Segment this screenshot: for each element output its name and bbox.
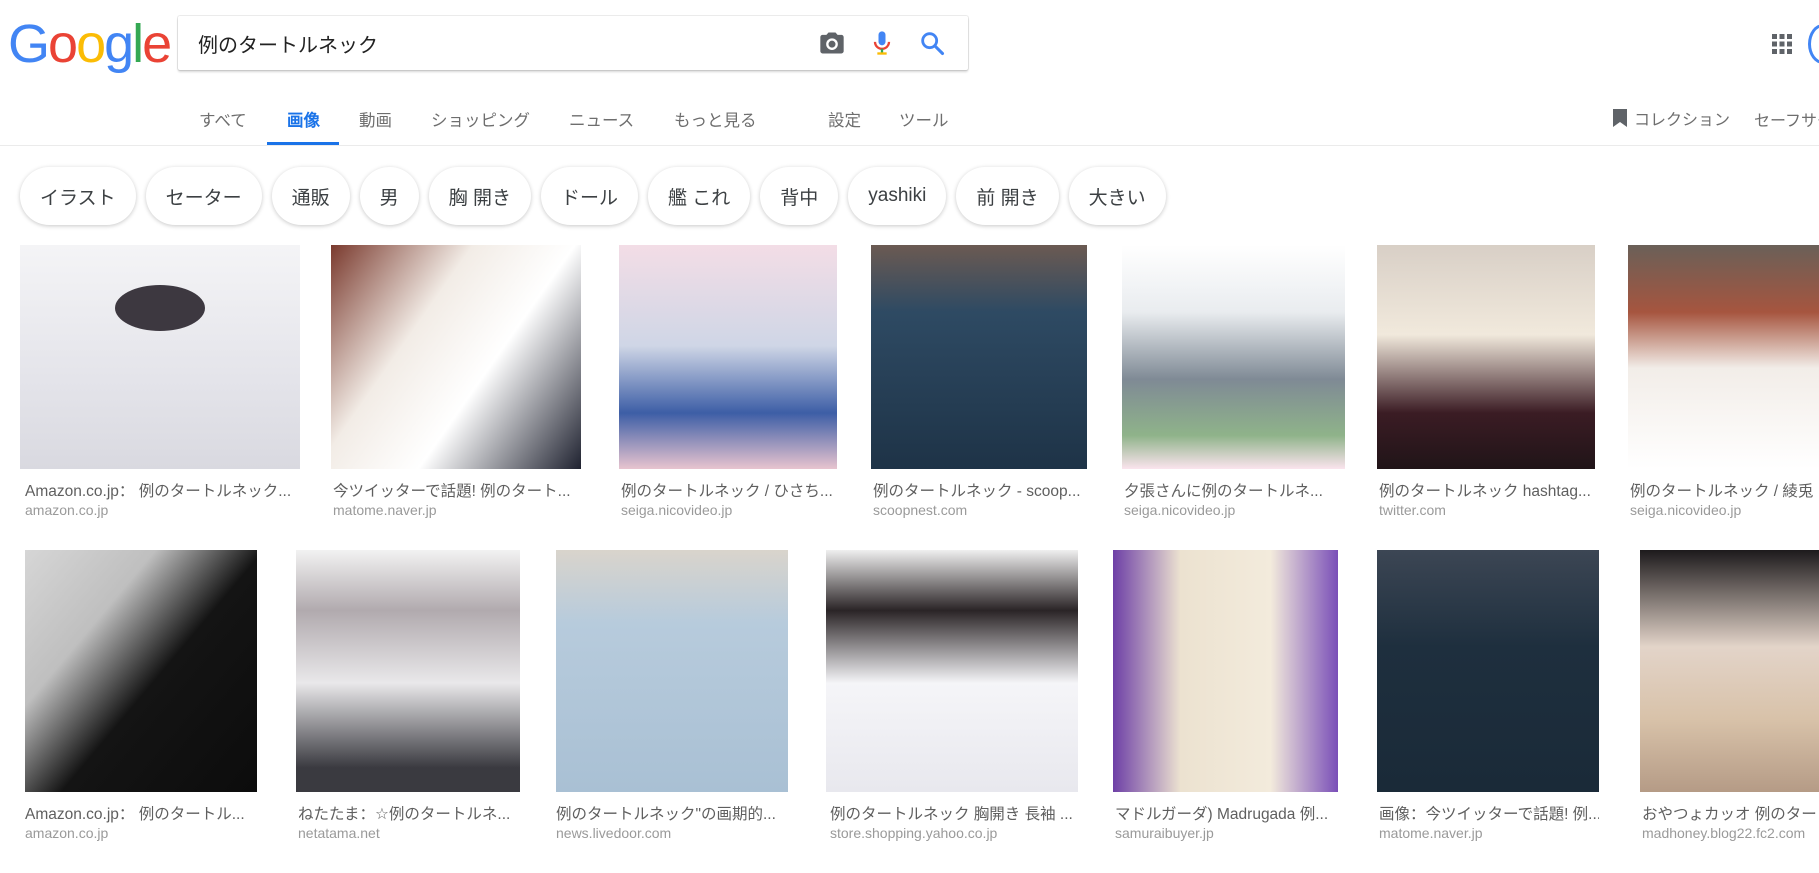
chip[interactable]: セーター: [145, 167, 262, 225]
image-thumbnail[interactable]: [1628, 245, 1819, 469]
result-domain: seiga.nicovideo.jp: [1630, 502, 1742, 518]
tab-news[interactable]: ニュース: [569, 107, 634, 131]
safesearch-link[interactable]: セーフサーチ: [1754, 107, 1819, 131]
result-domain: amazon.co.jp: [25, 502, 109, 518]
image-thumbnail[interactable]: [296, 550, 520, 792]
result-domain: scoopnest.com: [873, 502, 968, 518]
result-domain: madhoney.blog22.fc2.com: [1642, 825, 1806, 841]
result-title[interactable]: おやつょカッオ 例のター: [1642, 802, 1819, 824]
chip[interactable]: 前 開き: [956, 167, 1059, 225]
image-thumbnail[interactable]: [1377, 245, 1595, 469]
image-thumbnail[interactable]: [1377, 550, 1599, 792]
result-domain: twitter.com: [1379, 502, 1446, 518]
image-thumbnail[interactable]: [25, 550, 257, 792]
chip[interactable]: 背中: [760, 167, 839, 225]
image-thumbnail[interactable]: [556, 550, 788, 792]
result-title[interactable]: 例のタートルネック - scoop...: [873, 479, 1087, 501]
image-thumbnail[interactable]: [1113, 550, 1338, 792]
result-title[interactable]: ねたたま：☆例のタートルネ...: [298, 802, 520, 824]
related-chips: イラスト セーター 通販 男 胸 開き ドール 艦 これ 背中 yashiki …: [20, 167, 1166, 227]
chip[interactable]: イラスト: [20, 167, 136, 225]
apps-grid-icon[interactable]: [1770, 32, 1794, 56]
camera-icon[interactable]: [818, 29, 846, 57]
result-title[interactable]: 画像：今ツイッターで話題! 例...: [1379, 802, 1599, 824]
result-domain: news.livedoor.com: [556, 825, 672, 841]
account-avatar[interactable]: [1808, 24, 1819, 64]
result-domain: netatama.net: [298, 825, 380, 841]
result-title[interactable]: 例のタートルネック 胸開き 長袖 ...: [830, 802, 1078, 824]
result-title[interactable]: 例のタートルネック hashtag...: [1379, 479, 1595, 501]
result-title[interactable]: マドルガーダ) Madrugada 例...: [1115, 802, 1338, 824]
chip[interactable]: 艦 これ: [647, 167, 751, 225]
result-title[interactable]: 例のタートルネック / 綾兎: [1630, 479, 1819, 501]
image-thumbnail[interactable]: [826, 550, 1078, 792]
chip[interactable]: ドール: [540, 167, 638, 225]
result-title[interactable]: Amazon.co.jp： 例のタートルネック...: [25, 479, 297, 501]
image-thumbnail[interactable]: [331, 245, 581, 469]
search-icon[interactable]: [918, 29, 946, 57]
result-domain: amazon.co.jp: [25, 825, 109, 841]
tab-more[interactable]: もっと見る: [674, 107, 757, 131]
tab-images[interactable]: 画像: [287, 107, 320, 131]
result-domain: matome.naver.jp: [1379, 825, 1483, 841]
result-title[interactable]: 夕張さんに例のタートルネ...: [1124, 479, 1345, 501]
tab-all[interactable]: すべて: [199, 107, 247, 131]
image-thumbnail[interactable]: [871, 245, 1087, 469]
search-box[interactable]: [178, 16, 968, 70]
collection-link[interactable]: コレクション: [1612, 106, 1730, 130]
microphone-icon[interactable]: [868, 29, 896, 57]
image-thumbnail[interactable]: [1640, 550, 1819, 792]
active-tab-indicator: [267, 142, 339, 145]
result-title[interactable]: Amazon.co.jp： 例のタートル...: [25, 802, 255, 824]
result-domain: matome.naver.jp: [333, 502, 437, 518]
search-input[interactable]: [198, 26, 778, 60]
chip[interactable]: 男: [359, 167, 419, 225]
result-title[interactable]: 例のタートルネック"の画期的...: [556, 802, 788, 824]
image-thumbnail[interactable]: [1122, 245, 1345, 469]
result-domain: samuraibuyer.jp: [1115, 825, 1214, 841]
result-title[interactable]: 今ツイッターで話題! 例のタート...: [333, 479, 579, 501]
chip[interactable]: 胸 開き: [428, 167, 531, 225]
image-thumbnail[interactable]: [20, 245, 300, 469]
header: Google すべて 画像 動画 ショッピング ニュース もっと見る: [0, 0, 1819, 146]
chip[interactable]: 通販: [271, 167, 350, 225]
tab-settings[interactable]: 設定: [828, 107, 861, 131]
result-domain: store.shopping.yahoo.co.jp: [830, 825, 998, 841]
chip[interactable]: yashiki: [848, 167, 947, 225]
search-tabs: すべて 画像 動画 ショッピング ニュース もっと見る 設定 ツール コレクショ…: [0, 100, 1819, 145]
image-thumbnail[interactable]: [619, 245, 837, 469]
result-domain: seiga.nicovideo.jp: [1124, 502, 1236, 518]
chip[interactable]: 大きい: [1068, 167, 1166, 225]
result-title[interactable]: 例のタートルネック / ひさち...: [621, 479, 837, 501]
tab-shopping[interactable]: ショッピング: [431, 107, 530, 131]
tab-videos[interactable]: 動画: [359, 107, 392, 131]
result-domain: seiga.nicovideo.jp: [621, 502, 733, 518]
tab-tools[interactable]: ツール: [899, 107, 949, 131]
collection-label: コレクション: [1634, 112, 1731, 129]
google-logo[interactable]: Google: [8, 14, 172, 74]
bookmark-icon: [1613, 109, 1627, 127]
